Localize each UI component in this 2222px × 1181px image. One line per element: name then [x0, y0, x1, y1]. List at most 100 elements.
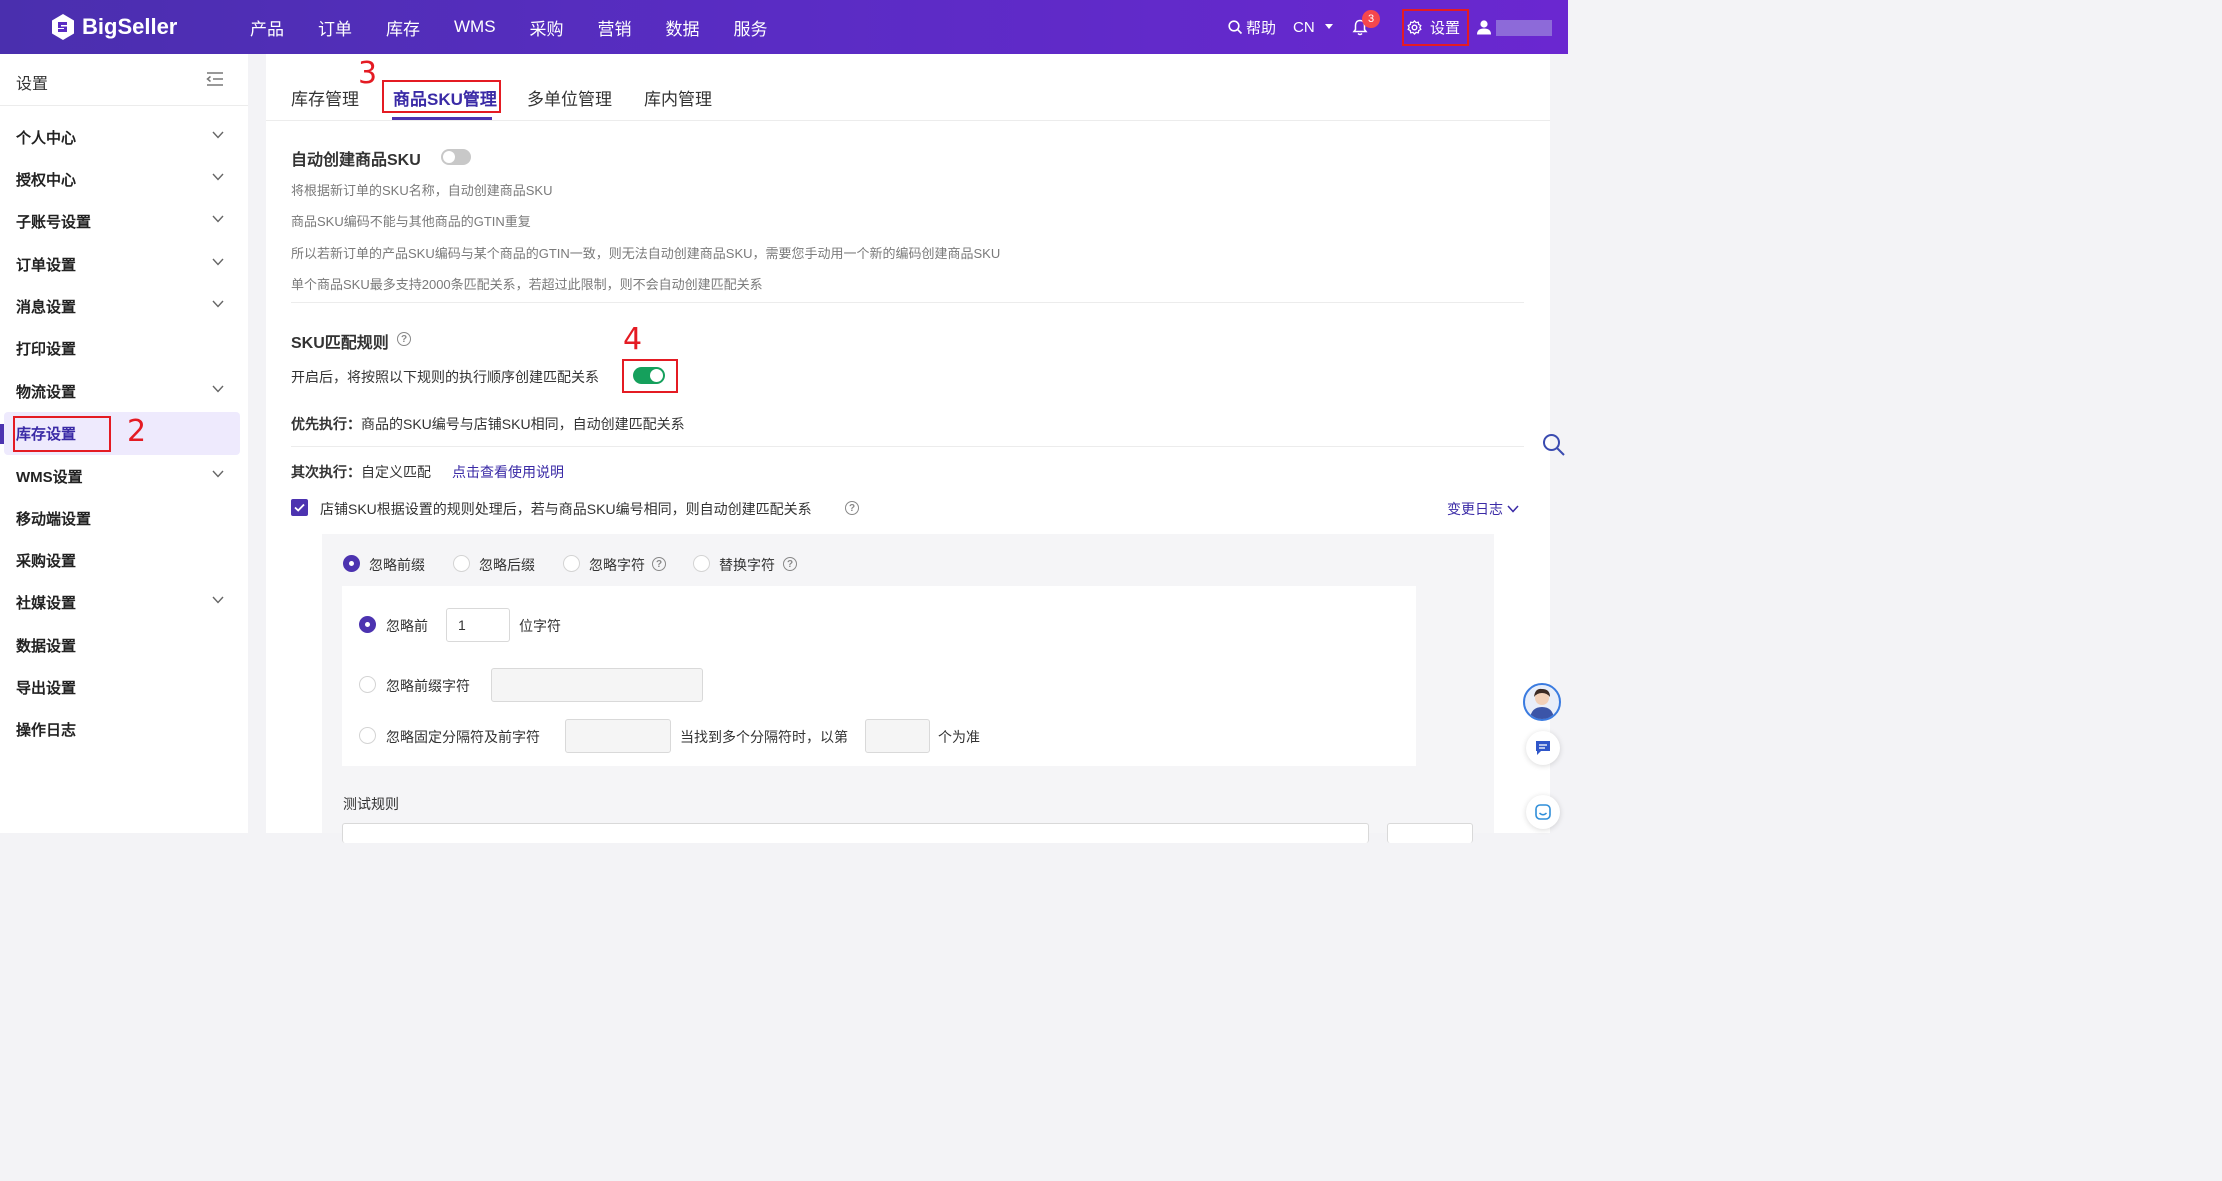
- checkmark-icon: [294, 503, 305, 512]
- chat-button[interactable]: [1526, 731, 1560, 765]
- radio-ignore-suffix[interactable]: [453, 555, 470, 572]
- collapse-sidebar-icon[interactable]: [206, 72, 224, 86]
- sidebar-item-label: 操作日志: [16, 721, 77, 739]
- change-log-link[interactable]: 变更日志: [1447, 499, 1519, 519]
- tab-inventory-management[interactable]: 库存管理: [291, 85, 359, 110]
- auto-create-desc-1: 将根据新订单的SKU名称，自动创建商品SKU: [291, 183, 553, 198]
- language-label: CN: [1293, 18, 1315, 36]
- notification-button[interactable]: [1352, 0, 1368, 54]
- help-link[interactable]: 帮助: [1228, 0, 1276, 54]
- help-icon[interactable]: ?: [783, 557, 797, 571]
- sidebar-divider: [0, 105, 248, 106]
- support-agent-avatar[interactable]: [1523, 683, 1561, 721]
- ignore-first-unit: 位字符: [519, 618, 561, 634]
- nav-item-4[interactable]: 采购: [530, 15, 564, 40]
- annotation-box-sku-tab: [382, 80, 501, 113]
- sidebar-item-9[interactable]: 移动端设置: [0, 498, 248, 538]
- sidebar-item-label: 社媒设置: [16, 594, 77, 612]
- separator-input[interactable]: [565, 719, 671, 753]
- language-selector[interactable]: CN: [1293, 0, 1333, 54]
- sku-match-title: SKU匹配规则: [291, 335, 389, 352]
- feedback-button[interactable]: [1526, 795, 1560, 829]
- sidebar-item-label: 导出设置: [16, 679, 77, 697]
- sidebar-item-6[interactable]: 物流设置: [0, 371, 248, 411]
- multi-separator-suffix: 个为准: [938, 729, 980, 745]
- sidebar-item-13[interactable]: 导出设置: [0, 667, 248, 707]
- bigseller-logo-icon: [52, 14, 74, 40]
- ignore-prefix-chars-input[interactable]: [491, 668, 703, 702]
- sidebar-item-14[interactable]: 操作日志: [0, 709, 248, 749]
- sidebar-item-label: 订单设置: [16, 256, 77, 274]
- help-label: 帮助: [1246, 19, 1277, 37]
- username-redacted: [1496, 20, 1552, 36]
- custom-match-checkbox-label: 店铺SKU根据设置的规则处理后，若与商品SKU编号相同，则自动创建匹配关系: [320, 501, 812, 517]
- help-icon[interactable]: ?: [397, 332, 411, 346]
- auto-create-desc-2: 商品SKU编码不能与其他商品的GTIN重复: [291, 214, 531, 229]
- sku-match-enable-text: 开启后，将按照以下规则的执行顺序创建匹配关系: [291, 369, 599, 385]
- chevron-down-icon: [212, 470, 224, 478]
- sidebar-title: 设置: [16, 76, 49, 93]
- test-rule-input[interactable]: [342, 823, 1369, 843]
- sidebar-item-8[interactable]: WMS设置: [0, 456, 248, 496]
- radio-ignore-first-n[interactable]: [359, 616, 376, 633]
- sidebar-item-3[interactable]: 订单设置: [0, 244, 248, 284]
- auto-create-toggle[interactable]: [441, 149, 471, 165]
- priority-label: 优先执行：: [291, 416, 361, 432]
- user-menu[interactable]: [1476, 0, 1492, 54]
- secondary-text: 自定义匹配: [361, 464, 431, 480]
- separator-index-input[interactable]: [865, 719, 930, 753]
- chevron-down-icon: [212, 173, 224, 181]
- tab-multi-unit-management[interactable]: 多单位管理: [527, 85, 612, 110]
- secondary-label: 其次执行：: [291, 464, 361, 480]
- radio-ignore-separator[interactable]: [359, 727, 376, 744]
- top-header: BigSeller 产品 订单 库存 WMS 采购 营销 数据 服务 帮助 CN 3 设置: [0, 0, 1568, 54]
- logo[interactable]: BigSeller: [50, 13, 177, 41]
- help-icon[interactable]: ?: [652, 557, 666, 571]
- nav-item-5[interactable]: 营销: [598, 15, 632, 40]
- radio-ignore-chars[interactable]: [563, 555, 580, 572]
- smile-icon: [1535, 804, 1551, 820]
- custom-match-checkbox[interactable]: [291, 499, 308, 516]
- sidebar-item-1[interactable]: 授权中心: [0, 159, 248, 199]
- help-icon[interactable]: ?: [845, 501, 859, 515]
- secondary-row: 其次执行：自定义匹配: [291, 462, 431, 482]
- sidebar-item-label: 数据设置: [16, 637, 77, 655]
- nav-item-7[interactable]: 服务: [734, 15, 768, 40]
- tab-warehouse-management[interactable]: 库内管理: [644, 85, 712, 110]
- logo-text: BigSeller: [82, 14, 178, 39]
- sidebar-item-label: 授权中心: [16, 171, 77, 189]
- sidebar-item-label: 消息设置: [16, 298, 77, 316]
- sidebar-item-label: 采购设置: [16, 552, 77, 570]
- auto-create-desc-4: 单个商品SKU最多支持2000条匹配关系，若超过此限制，则不会自动创建匹配关系: [291, 277, 763, 292]
- sidebar-item-label: 个人中心: [16, 129, 77, 147]
- sidebar-item-label: 移动端设置: [16, 510, 92, 528]
- sidebar-item-4[interactable]: 消息设置: [0, 286, 248, 326]
- sidebar-item-5[interactable]: 打印设置: [0, 328, 248, 368]
- nav-item-2[interactable]: 库存: [386, 15, 420, 40]
- annotation-box-match-toggle: [622, 359, 678, 393]
- sidebar-item-label: 物流设置: [16, 383, 77, 401]
- radio-ignore-prefix-label: 忽略前缀: [369, 557, 425, 573]
- sidebar-item-2[interactable]: 子账号设置: [0, 201, 248, 241]
- nav-item-1[interactable]: 订单: [318, 15, 352, 40]
- nav-item-0[interactable]: 产品: [250, 15, 284, 40]
- nav-item-6[interactable]: 数据: [666, 15, 700, 40]
- ignore-first-count-input[interactable]: 1: [446, 608, 510, 642]
- search-icon: [1228, 19, 1243, 34]
- sidebar-item-11[interactable]: 社媒设置: [0, 582, 248, 622]
- sidebar-item-0[interactable]: 个人中心: [0, 117, 248, 157]
- annotation-number-4: 4: [623, 322, 643, 357]
- radio-replace-chars[interactable]: [693, 555, 710, 572]
- usage-guide-link[interactable]: 点击查看使用说明: [452, 462, 564, 482]
- sidebar-item-10[interactable]: 采购设置: [0, 540, 248, 580]
- radio-ignore-prefix-chars[interactable]: [359, 676, 376, 693]
- priority-divider: [291, 446, 1524, 447]
- section-divider: [291, 302, 1524, 303]
- sidebar-item-label: WMS设置: [16, 468, 83, 486]
- nav-item-3[interactable]: WMS: [454, 17, 496, 37]
- floating-search-icon[interactable]: [1542, 433, 1566, 457]
- test-rule-button[interactable]: [1387, 823, 1473, 843]
- sidebar-item-12[interactable]: 数据设置: [0, 625, 248, 665]
- priority-text: 商品的SKU编号与店铺SKU相同，自动创建匹配关系: [361, 416, 685, 432]
- radio-ignore-prefix[interactable]: [343, 555, 360, 572]
